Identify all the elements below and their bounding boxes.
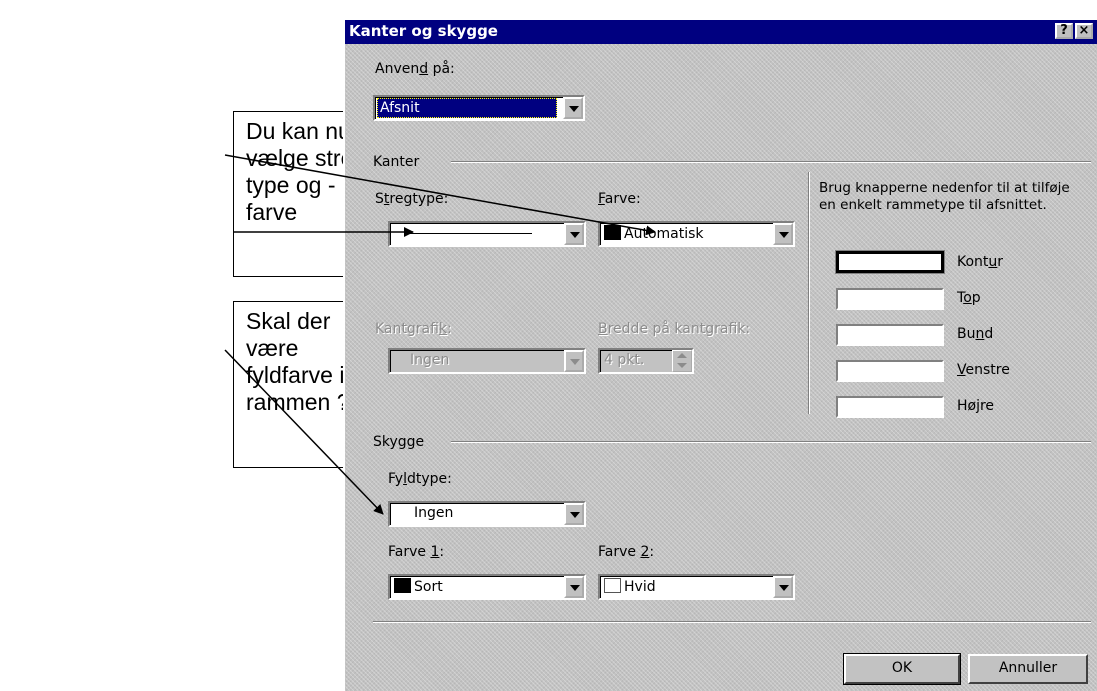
chevron-down-icon[interactable] [564, 223, 584, 245]
dialog-titlebar: Kanter og skygge ? × [345, 20, 1097, 44]
line-type-dropdown[interactable] [388, 221, 586, 247]
borders-group-divider [451, 161, 1091, 163]
color1-swatch [394, 578, 411, 593]
help-button[interactable]: ? [1055, 23, 1073, 39]
apply-to-label: Anvend på: [375, 61, 455, 77]
chevron-down-icon[interactable] [564, 350, 584, 372]
spinner-arrows-icon[interactable] [672, 350, 692, 372]
chevron-down-icon[interactable] [564, 576, 584, 598]
outline-border-label: Kontur [957, 254, 1004, 270]
border-art-dropdown[interactable]: Ingen [388, 348, 586, 374]
borders-vertical-divider [808, 172, 810, 414]
color1-value: Sort [394, 578, 443, 595]
bottom-border-label: Bund [957, 326, 994, 342]
apply-to-value: Afsnit [377, 98, 557, 118]
fill-type-value: Ingen [414, 505, 454, 521]
color-label: Farve: [598, 191, 641, 207]
color2-label: Farve 2: [598, 544, 655, 560]
chevron-down-icon[interactable] [564, 503, 584, 525]
border-art-label: Kantgrafik: [375, 321, 452, 337]
shading-group-label: Skygge [373, 434, 425, 450]
fill-type-label: Fyldtype: [388, 471, 452, 487]
shading-group-divider [451, 441, 1091, 443]
line-type-label: Stregtype: [375, 191, 449, 207]
outline-border-button[interactable] [835, 250, 945, 274]
art-width-spinner[interactable]: 4 pkt. [598, 348, 694, 374]
right-border-button[interactable] [836, 396, 944, 418]
border-art-value: Ingen [410, 352, 450, 368]
color2-dropdown[interactable]: Hvid [598, 574, 795, 600]
chevron-down-icon[interactable] [563, 97, 583, 119]
fill-type-dropdown[interactable]: Ingen [388, 501, 586, 527]
apply-to-dropdown[interactable]: Afsnit [373, 95, 585, 121]
close-button[interactable]: × [1075, 23, 1093, 39]
color1-dropdown[interactable]: Sort [388, 574, 586, 600]
art-width-value: 4 pkt. [604, 352, 645, 368]
ok-button[interactable]: OK [843, 653, 961, 685]
chevron-down-icon[interactable] [773, 576, 793, 598]
border-color-dropdown[interactable]: Automatisk [598, 221, 795, 247]
chevron-down-icon[interactable] [773, 223, 793, 245]
color2-swatch [604, 578, 621, 593]
bottom-border-button[interactable] [836, 324, 944, 346]
left-border-button[interactable] [836, 360, 944, 382]
borders-group-label: Kanter [373, 154, 420, 170]
left-border-label: Venstre [957, 362, 1010, 378]
border-color-value: Automatisk [604, 225, 704, 242]
bottom-divider [373, 621, 1091, 623]
color1-label: Farve 1: [388, 544, 445, 560]
cancel-button[interactable]: Annuller [968, 654, 1088, 684]
top-border-button[interactable] [836, 288, 944, 310]
borders-shading-dialog: Kanter og skygge ? × Anvend på: Afsnit K… [343, 18, 1097, 691]
right-border-label: Højre [957, 398, 995, 414]
color2-value: Hvid [604, 578, 656, 595]
art-width-label: Bredde på kantgrafik: [598, 321, 751, 337]
border-hint-text: Brug knapperne nedenfor til at tilføje e… [819, 180, 1070, 213]
top-border-label: Top [957, 290, 981, 306]
dialog-title: Kanter og skygge [349, 22, 498, 40]
line-sample [406, 233, 532, 234]
